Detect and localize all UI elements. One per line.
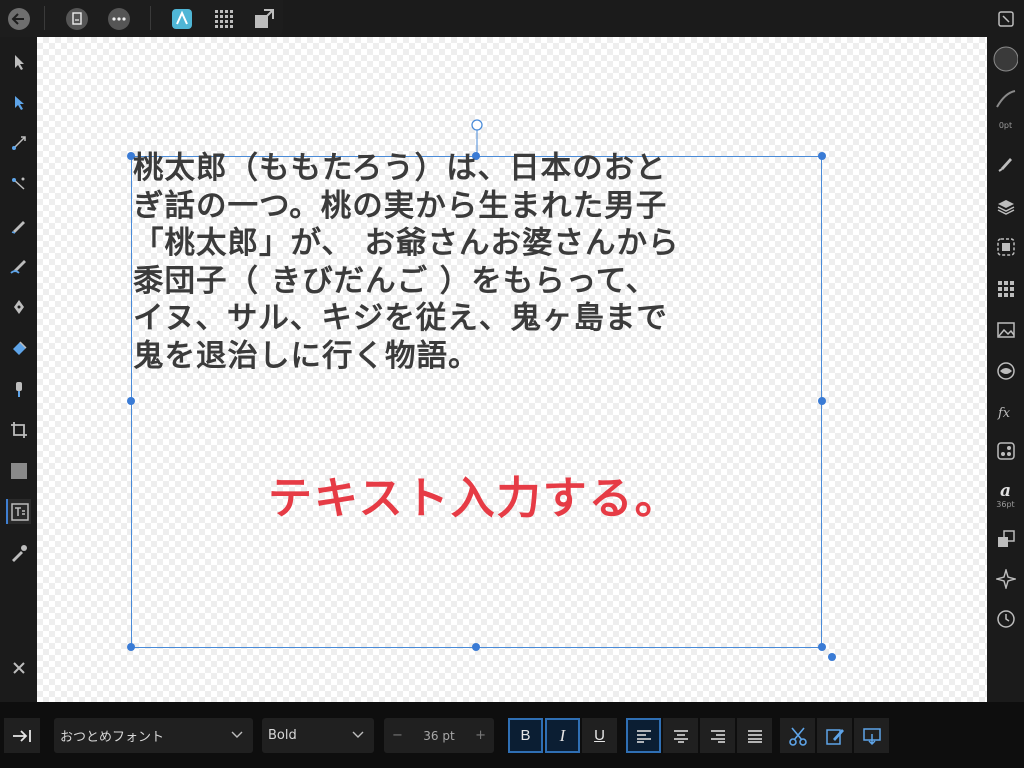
stroke-icon[interactable] [993, 86, 1018, 111]
styles-icon[interactable] [993, 438, 1018, 463]
resize-handle-bottom[interactable] [472, 643, 480, 651]
tools-panel [0, 37, 37, 702]
effects-icon[interactable]: fx [993, 399, 1018, 424]
color-picker-icon[interactable] [6, 540, 31, 565]
top-toolbar [0, 0, 283, 37]
corner-tool-icon[interactable] [6, 130, 31, 155]
crop-tool-icon[interactable] [6, 417, 31, 442]
point-transform-icon[interactable] [6, 171, 31, 196]
edit-icon [825, 728, 844, 745]
underline-button[interactable]: U [582, 718, 617, 753]
toolbar-divider [44, 6, 45, 30]
designer-persona-icon[interactable] [169, 6, 194, 31]
align-center-icon [673, 729, 688, 743]
font-size-decrease-button[interactable]: − [392, 728, 403, 743]
move-tool-icon[interactable] [6, 49, 31, 74]
selection-icon[interactable] [993, 234, 1018, 259]
transform-icon[interactable] [993, 526, 1018, 551]
text-overflow-handle[interactable] [828, 653, 836, 661]
more-icon[interactable] [106, 6, 131, 31]
text-line: 黍団子（ きびだんご ）をもらって、 [133, 263, 658, 299]
text-context-toolbar: おつとめフォント Bold − 36 pt + B I U [0, 702, 1024, 768]
tab-indent-icon[interactable] [4, 718, 40, 753]
resize-handle-bottom-left[interactable] [127, 643, 135, 651]
resize-handle-right[interactable] [818, 397, 826, 405]
pen-tool-icon[interactable] [6, 294, 31, 319]
brushes-icon[interactable] [993, 150, 1018, 175]
underline-label: U [594, 727, 605, 744]
text-line: 桃太郎（ももたろう）は、日本のおと [133, 151, 667, 186]
toolbar-divider [150, 6, 151, 30]
document-icon[interactable] [64, 6, 89, 31]
align-left-button[interactable] [626, 718, 661, 753]
text-line: イヌ、サル、キジを従え、鬼ヶ島まで [133, 301, 668, 336]
fullscreen-icon[interactable] [993, 6, 1018, 31]
back-arrow-icon[interactable] [6, 6, 31, 31]
font-size-value[interactable]: 36 pt [423, 729, 454, 743]
chevron-down-icon [352, 731, 364, 738]
character-size-label: 36pt [996, 500, 1015, 509]
italic-label: I [559, 725, 566, 745]
snapping-icon[interactable] [993, 566, 1018, 591]
align-center-button[interactable] [663, 718, 698, 753]
pencil-tool-icon[interactable] [6, 212, 31, 237]
stock-image-icon[interactable] [993, 317, 1018, 342]
scissors-icon [788, 726, 807, 746]
fill-tool-icon[interactable] [6, 335, 31, 360]
swatches-icon[interactable] [993, 276, 1018, 301]
paste-icon [862, 727, 881, 745]
pixel-persona-icon[interactable] [211, 6, 236, 31]
character-icon[interactable]: a [993, 477, 1018, 502]
paste-button[interactable] [854, 718, 889, 753]
node-tool-icon[interactable] [6, 89, 31, 114]
justify-button[interactable] [737, 718, 772, 753]
font-size-stepper: − 36 pt + [384, 718, 494, 753]
handwritten-annotation: テキスト入力する。 [268, 473, 681, 524]
close-icon[interactable] [6, 655, 31, 680]
shape-tool-icon[interactable] [6, 458, 31, 483]
edit-text-button[interactable] [817, 718, 852, 753]
navigator-icon[interactable] [993, 358, 1018, 383]
studio-panel: 0pt fx a 36pt [987, 0, 1024, 702]
justify-icon [747, 729, 762, 743]
align-left-icon [636, 729, 651, 743]
transparency-tool-icon[interactable] [6, 376, 31, 401]
resize-handle-left[interactable] [127, 397, 135, 405]
font-size-increase-button[interactable]: + [475, 728, 486, 743]
font-family-dropdown[interactable]: おつとめフォント [54, 718, 253, 753]
layers-icon[interactable] [993, 194, 1018, 219]
align-right-icon [710, 729, 725, 743]
svg-text:fx: fx [997, 406, 1011, 421]
svg-text:a: a [1000, 481, 1011, 500]
frame-text-content[interactable]: 桃太郎（ももたろう）は、日本のおと ぎ話の一つ。桃の実から生まれた男子 「桃太郎… [133, 150, 813, 375]
text-line: 鬼を退治しに行く物語。 [133, 338, 480, 374]
bold-label: B [520, 727, 531, 744]
vector-brush-icon[interactable] [6, 253, 31, 278]
resize-handle-top-right[interactable] [818, 152, 826, 160]
export-persona-icon[interactable] [251, 6, 276, 31]
resize-handle-bottom-right[interactable] [818, 643, 826, 651]
align-right-button[interactable] [700, 718, 735, 753]
chevron-down-icon [231, 731, 243, 738]
font-style-dropdown[interactable]: Bold [262, 718, 374, 753]
text-line: ぎ話の一つ。桃の実から生まれた男子 [133, 188, 668, 224]
cut-button[interactable] [780, 718, 815, 753]
font-family-value: おつとめフォント [60, 730, 165, 745]
italic-button[interactable]: I [545, 718, 580, 753]
text-line: 「桃太郎」が、 お爺さんお婆さんから [133, 226, 680, 261]
history-icon[interactable] [993, 606, 1018, 631]
stroke-width-label: 0pt [998, 121, 1013, 130]
font-style-value: Bold [268, 728, 297, 743]
frame-text-tool-icon[interactable] [6, 499, 31, 524]
bold-button[interactable]: B [508, 718, 543, 753]
fill-color-swatch[interactable] [993, 46, 1018, 71]
